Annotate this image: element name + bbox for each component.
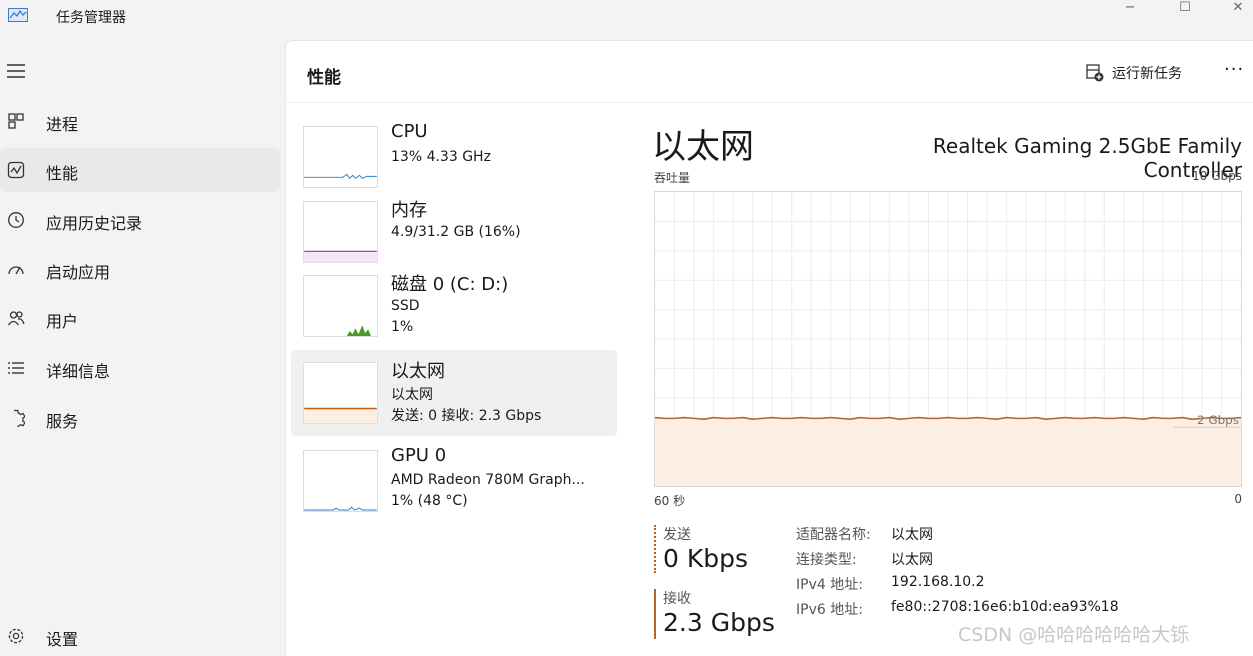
info-key: 适配器名称:: [796, 527, 871, 543]
sidebar-item-label: 服务: [46, 412, 79, 431]
device-stat: 4.9/31.2 GB (16%): [391, 224, 521, 240]
close-button[interactable]: ✕: [1218, 0, 1253, 15]
main-header: 性能 运行新任务 ···: [286, 41, 1253, 103]
throughput-label: 吞吐量: [654, 171, 691, 185]
sidebar-item-details[interactable]: 详细信息: [0, 346, 280, 390]
info-key: 连接类型:: [796, 552, 857, 568]
device-item-cpu[interactable]: CPU 13% 4.33 GHz: [291, 114, 617, 200]
zero-label: 0: [1234, 492, 1242, 506]
device-stat: SSD: [391, 298, 420, 314]
device-stat: 1%: [391, 319, 414, 335]
device-name: 内存: [391, 200, 427, 221]
max-scale-label: 10 Gbps: [1192, 169, 1242, 183]
time-span-label: 60 秒: [654, 494, 686, 508]
device-stat: 1% (48 °C): [391, 493, 468, 509]
sidebar-item-services[interactable]: 服务: [0, 396, 280, 440]
processes-icon: [8, 113, 24, 129]
device-name: GPU 0: [391, 445, 447, 466]
maximize-button[interactable]: ☐: [1165, 0, 1205, 15]
cpu-thumbnail-graph: [303, 126, 378, 188]
sidebar-item-app-history[interactable]: 应用历史记录: [0, 198, 280, 242]
device-stat: 发送: 0 接收: 2.3 Gbps: [391, 408, 542, 424]
send-indicator: [654, 525, 656, 573]
disk-thumbnail-graph: [303, 275, 378, 337]
settings-gear-icon: [8, 628, 24, 644]
receive-indicator: [654, 589, 656, 639]
performance-icon: [7, 161, 25, 179]
sidebar-item-label: 进程: [46, 115, 79, 134]
run-new-task-button[interactable]: 运行新任务: [1086, 61, 1182, 85]
device-item-gpu[interactable]: GPU 0 AMD Radeon 780M Graph... 1% (48 °C…: [291, 438, 617, 524]
info-value: 以太网: [891, 527, 933, 543]
sidebar-item-startup-apps[interactable]: 启动应用: [0, 247, 280, 291]
receive-label: 接收: [663, 591, 691, 607]
receive-area: [655, 417, 1241, 486]
startup-apps-icon: [8, 266, 24, 275]
device-stat: AMD Radeon 780M Graph...: [391, 472, 585, 488]
device-item-disk[interactable]: 磁盘 0 (C: D:) SSD 1%: [291, 263, 617, 349]
gpu-thumbnail-graph: [303, 450, 378, 512]
device-item-ethernet[interactable]: 以太网 以太网 发送: 0 接收: 2.3 Gbps: [291, 350, 617, 436]
info-key: IPv6 地址:: [796, 602, 863, 618]
device-name: 以太网: [391, 361, 445, 382]
main-panel: 性能 运行新任务 ··· CPU 13% 4.33 GHz 内存 4.9/31.…: [285, 40, 1253, 656]
app-history-icon: [8, 212, 24, 228]
run-new-task-icon: [1086, 64, 1104, 82]
memory-thumbnail-graph: [303, 201, 378, 263]
minimize-button[interactable]: −: [1110, 0, 1150, 15]
sidebar-item-label: 启动应用: [46, 263, 111, 282]
users-icon: [7, 311, 25, 326]
details-icon: [8, 362, 24, 374]
more-options-button[interactable]: ···: [1224, 59, 1244, 80]
sidebar-item-label: 应用历史记录: [46, 214, 143, 233]
reference-line-label: 2 Gbps: [1197, 413, 1239, 427]
ethernet-thumbnail-graph: [303, 362, 378, 424]
info-value: 以太网: [891, 552, 933, 568]
info-value: 192.168.10.2: [891, 574, 985, 590]
sidebar-item-performance[interactable]: 性能: [0, 148, 280, 192]
send-value: 0 Kbps: [663, 544, 749, 573]
sidebar-item-label: 用户: [46, 312, 79, 331]
receive-value: 2.3 Gbps: [663, 608, 775, 637]
sidebar: 进程 性能 应用历史记录 启动应用 用户 详细信息 服务 设置: [0, 40, 285, 656]
services-icon: [14, 409, 25, 427]
device-stat: 13% 4.33 GHz: [391, 149, 491, 165]
throughput-graph: 2 Gbps: [654, 191, 1242, 487]
sidebar-item-processes[interactable]: 进程: [0, 99, 280, 143]
info-value: fe80::2708:16e6:b10d:ea93%18: [891, 599, 1119, 615]
detail-title: 以太网: [652, 127, 754, 167]
sidebar-item-settings[interactable]: 设置: [0, 614, 280, 656]
window-title: 任务管理器: [56, 10, 126, 26]
sidebar-item-label: 设置: [46, 630, 79, 649]
title-bar: 任务管理器 − ☐ ✕: [0, 0, 1253, 40]
info-key: IPv4 地址:: [796, 577, 863, 593]
hamburger-menu-icon[interactable]: [7, 64, 25, 78]
sidebar-item-label: 性能: [46, 164, 79, 183]
page-title: 性能: [307, 68, 341, 88]
watermark: CSDN @哈哈哈哈哈哈大铄: [958, 624, 1190, 646]
device-name: 磁盘 0 (C: D:): [391, 274, 509, 295]
sidebar-item-label: 详细信息: [46, 362, 111, 381]
device-stat: 以太网: [391, 387, 433, 403]
send-label: 发送: [663, 527, 691, 543]
sidebar-item-users[interactable]: 用户: [0, 296, 280, 340]
run-new-task-label: 运行新任务: [1112, 66, 1182, 82]
device-name: CPU: [391, 121, 428, 142]
task-manager-app-icon: [8, 8, 28, 22]
